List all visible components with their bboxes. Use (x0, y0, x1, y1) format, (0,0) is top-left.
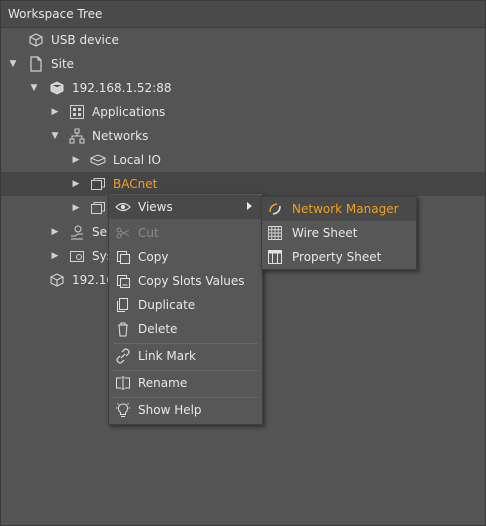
panel-title: Workspace Tree (8, 7, 103, 21)
collapse-arrow-icon[interactable]: ▼ (50, 131, 60, 141)
copy-values-icon (117, 275, 130, 288)
menu-item-copy-slots-values[interactable]: Copy Slots Values (109, 269, 262, 293)
collapse-arrow-icon[interactable]: ▼ (29, 83, 39, 93)
collapse-arrow-icon[interactable]: ▼ (8, 59, 18, 69)
tree-item-label: Site (51, 57, 75, 71)
device-icon (29, 33, 43, 47)
tree-item-label: Applications (92, 105, 166, 119)
network-manager-icon (269, 203, 281, 215)
trash-icon (118, 322, 128, 337)
submenu-arrow-icon (247, 202, 252, 210)
expand-arrow-icon[interactable]: ▶ (71, 155, 81, 165)
menu-item-label: Duplicate (138, 298, 196, 312)
menu-item-views[interactable]: Views (109, 195, 262, 219)
scissors-icon (116, 227, 130, 239)
menu-item-label: Delete (138, 322, 178, 336)
table-icon (268, 250, 282, 264)
expand-arrow-icon[interactable]: ▶ (71, 203, 81, 213)
menu-item-label: Wire Sheet (292, 226, 358, 240)
eye-icon (115, 202, 131, 212)
menu-item-label: Network Manager (292, 202, 399, 216)
menu-item-label: Cut (138, 226, 159, 240)
link-icon (116, 348, 130, 364)
tree-item-networks[interactable]: ▼ Networks (1, 124, 485, 148)
rename-icon (116, 376, 130, 390)
tree-item-label: BACnet (113, 177, 158, 191)
tree-item-usb-device[interactable]: USB device (1, 28, 485, 52)
tree-item-applications[interactable]: ▶ Applications (1, 100, 485, 124)
menu-item-label: Views (138, 200, 173, 214)
system-icon (70, 251, 84, 262)
controller-icon (50, 81, 64, 95)
network-icon (69, 128, 85, 144)
menu-item-copy[interactable]: Copy (109, 245, 262, 269)
panel-header: Workspace Tree (1, 1, 485, 28)
lightbulb-icon (116, 403, 130, 417)
menu-item-label: Rename (138, 376, 188, 390)
tree-item-label: Networks (92, 129, 149, 143)
views-submenu: Network Manager Wire Sheet Property Shee… (261, 196, 417, 270)
duplicate-icon (117, 298, 128, 312)
tree-item-label: 192.168.1.52:88 (72, 81, 172, 95)
copy-icon (117, 251, 130, 264)
menu-item-delete[interactable]: Delete (109, 317, 262, 341)
tree-item-label: Local IO (113, 153, 161, 167)
expand-arrow-icon[interactable]: ▶ (71, 179, 81, 189)
expand-arrow-icon[interactable]: ▶ (50, 251, 60, 261)
context-menu: Views Cut Copy Copy Slots Values Duplica… (108, 193, 263, 425)
device-icon (50, 273, 64, 287)
network-folder-icon (91, 202, 105, 214)
expand-arrow-icon[interactable]: ▶ (50, 107, 60, 117)
menu-item-cut[interactable]: Cut (109, 221, 262, 245)
applications-icon (70, 105, 84, 119)
menu-item-label: Copy (138, 250, 169, 264)
tree-item-site[interactable]: ▼ Site (1, 52, 485, 76)
tree-item-device-ip[interactable]: ▼ 192.168.1.52:88 (1, 76, 485, 100)
menu-item-duplicate[interactable]: Duplicate (109, 293, 262, 317)
menu-item-label: Property Sheet (292, 250, 382, 264)
menu-item-label: Show Help (138, 403, 202, 417)
menu-item-link-mark[interactable]: Link Mark (109, 344, 262, 368)
io-module-icon (90, 154, 106, 166)
tree-item-label: USB device (51, 33, 119, 47)
services-icon (71, 225, 83, 240)
menu-item-show-help[interactable]: Show Help (109, 398, 262, 422)
tree-item-local-io[interactable]: ▶ Local IO (1, 148, 485, 172)
menu-item-label: Copy Slots Values (138, 274, 245, 288)
expand-arrow-icon[interactable]: ▶ (50, 227, 60, 237)
network-folder-icon (91, 178, 105, 190)
menu-item-rename[interactable]: Rename (109, 371, 262, 395)
menu-item-label: Link Mark (138, 349, 196, 363)
grid-icon (268, 226, 282, 240)
document-icon (30, 56, 42, 72)
menu-item-network-manager[interactable]: Network Manager (262, 197, 416, 221)
menu-item-property-sheet[interactable]: Property Sheet (262, 245, 416, 269)
menu-item-wire-sheet[interactable]: Wire Sheet (262, 221, 416, 245)
